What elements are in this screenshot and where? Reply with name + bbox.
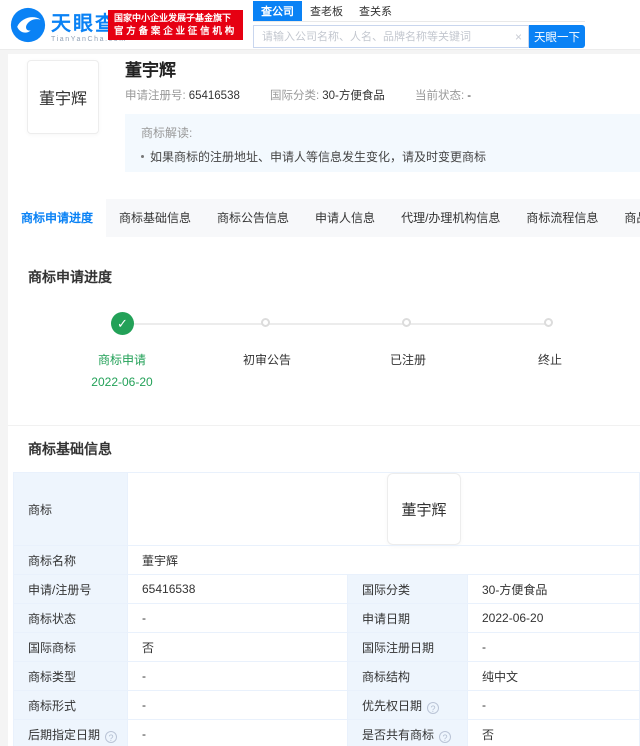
cell-value: - [127, 690, 348, 720]
trademark-image-small: 董宇辉 [387, 473, 461, 545]
table-row: 商标 董宇辉 [13, 472, 640, 546]
tab-applicant-info[interactable]: 申请人信息 [302, 199, 388, 237]
trademark-title: 董宇辉 [125, 61, 176, 80]
application-progress-section: 商标申请进度 ✓ 商标申请 2022-06-20 初审公告 已注册 终止 [8, 237, 640, 409]
cell-value: - [467, 690, 640, 720]
search-row: × 天眼一下 [253, 25, 585, 48]
cell-label: 商标结构 [347, 661, 468, 691]
cell-value: 2022-06-20 [467, 603, 640, 633]
table-row: 商标状态 - 申请日期 2022-06-20 [13, 603, 640, 633]
badge-line1: 国家中小企业发展子基金旗下 [114, 13, 232, 23]
trademark-summary: 董宇辉 董宇辉 申请注册号: 65416538 国际分类: 30-方便食品 当前状态… [8, 54, 640, 199]
cell-label-with-help: 后期指定日期? [13, 719, 128, 746]
tab-announcement-info[interactable]: 商标公告信息 [204, 199, 302, 237]
table-row: 国际商标 否 国际注册日期 - [13, 632, 640, 662]
basic-info-section: 商标基础信息 商标 董宇辉 商标名称 董宇辉 申请/注册号 65416538 国… [8, 425, 640, 746]
cell-value: - [467, 632, 640, 662]
cell-value: 否 [467, 719, 640, 746]
search-tabs: 查公司 查老板 查关系 [253, 1, 585, 22]
step-pending-circle [544, 318, 553, 327]
cell-label-trademark: 商标 [13, 472, 128, 546]
clear-input-icon[interactable]: × [515, 30, 522, 44]
global-search: 查公司 查老板 查关系 × 天眼一下 [253, 1, 585, 48]
site-header: 天眼查 TianYanCha.com 国家中小企业发展子基金旗下 官方备案企业征… [0, 0, 640, 50]
official-credential-badge: 国家中小企业发展子基金旗下 官方备案企业征信机构 [108, 10, 244, 40]
search-box: × [253, 25, 529, 48]
cell-label: 商标名称 [13, 545, 128, 575]
trademark-image: 董宇辉 [27, 60, 99, 134]
step-preliminary-announcement: 初审公告 [242, 353, 291, 367]
table-row: 商标类型 - 商标结构 纯中文 [13, 661, 640, 691]
tab-goods-services[interactable]: 商品/服务项目 [611, 199, 640, 237]
cell-value: - [127, 661, 348, 691]
cell-value: - [127, 719, 348, 746]
cell-label: 国际注册日期 [347, 632, 468, 662]
interpretation-title: 商标解读: [141, 126, 193, 140]
step-registered: 已注册 [389, 353, 426, 367]
content-card: 董宇辉 董宇辉 申请注册号: 65416538 国际分类: 30-方便食品 当前状态… [8, 54, 640, 746]
basic-info-table: 商标 董宇辉 商标名称 董宇辉 申请/注册号 65416538 国际分类 30-… [13, 472, 640, 746]
help-icon[interactable]: ? [427, 701, 440, 714]
cell-value: - [127, 603, 348, 633]
basic-info-title: 商标基础信息 [28, 441, 112, 457]
bullet-dot [141, 155, 144, 158]
step-done-check-icon: ✓ [111, 312, 134, 335]
search-tab-company[interactable]: 查公司 [253, 1, 302, 21]
tab-basic-info[interactable]: 商标基础信息 [106, 199, 204, 237]
help-icon[interactable]: ? [439, 730, 452, 743]
meta-current-status: 当前状态: - [415, 90, 472, 102]
tab-agency-info[interactable]: 代理/办理机构信息 [388, 199, 513, 237]
cell-label: 商标形式 [13, 690, 128, 720]
tab-application-progress[interactable]: 商标申请进度 [8, 199, 107, 237]
table-row: 申请/注册号 65416538 国际分类 30-方便食品 [13, 574, 640, 604]
table-row: 商标形式 - 优先权日期? - [13, 690, 640, 720]
step-application-date: 2022-06-20 [91, 375, 153, 389]
table-row: 后期指定日期? - 是否共有商标? 否 [13, 719, 640, 746]
step-application: 商标申请 2022-06-20 [62, 351, 182, 389]
cell-trademark-image: 董宇辉 [127, 472, 640, 546]
interpretation-item: 如果商标的注册地址、申请人等信息发生变化，请及时变更商标 [141, 148, 630, 165]
search-input[interactable] [254, 26, 528, 47]
cell-value: 30-方便食品 [467, 574, 640, 604]
trademark-interpretation-box: 商标解读: 如果商标的注册地址、申请人等信息发生变化，请及时变更商标 [125, 114, 640, 172]
cell-label: 商标状态 [13, 603, 128, 633]
tianyancha-eye-icon [10, 7, 46, 48]
cell-label-with-help: 是否共有商标? [347, 719, 468, 746]
section-nav-tabs: 商标申请进度 商标基础信息 商标公告信息 申请人信息 代理/办理机构信息 商标流… [8, 199, 640, 237]
cell-label: 国际分类 [347, 574, 468, 604]
step-pending-circle [402, 318, 411, 327]
step-pending-circle [261, 318, 270, 327]
table-row: 商标名称 董宇辉 [13, 545, 640, 575]
cell-label: 国际商标 [13, 632, 128, 662]
badge-line2: 官方备案企业征信机构 [114, 26, 238, 37]
cell-label: 商标类型 [13, 661, 128, 691]
progress-stepper: ✓ 商标申请 2022-06-20 初审公告 已注册 终止 [28, 309, 620, 409]
meta-intl-class: 国际分类: 30-方便食品 [270, 90, 385, 102]
cell-value: 否 [127, 632, 348, 662]
step-terminated: 终止 [537, 353, 562, 367]
cell-value: 65416538 [127, 574, 348, 604]
cell-value: 董宇辉 [127, 545, 640, 575]
search-tab-relation[interactable]: 查关系 [351, 1, 400, 21]
meta-reg-number: 申请注册号: 65416538 [125, 90, 240, 102]
cell-label: 申请/注册号 [13, 574, 128, 604]
search-button[interactable]: 天眼一下 [529, 25, 585, 48]
tab-process-info[interactable]: 商标流程信息 [513, 199, 611, 237]
cell-label: 申请日期 [347, 603, 468, 633]
cell-value: 纯中文 [467, 661, 640, 691]
stepper-line [122, 323, 550, 325]
search-tab-boss[interactable]: 查老板 [302, 1, 351, 21]
progress-section-title: 商标申请进度 [28, 269, 112, 285]
cell-label-with-help: 优先权日期? [347, 690, 468, 720]
help-icon[interactable]: ? [105, 730, 118, 743]
